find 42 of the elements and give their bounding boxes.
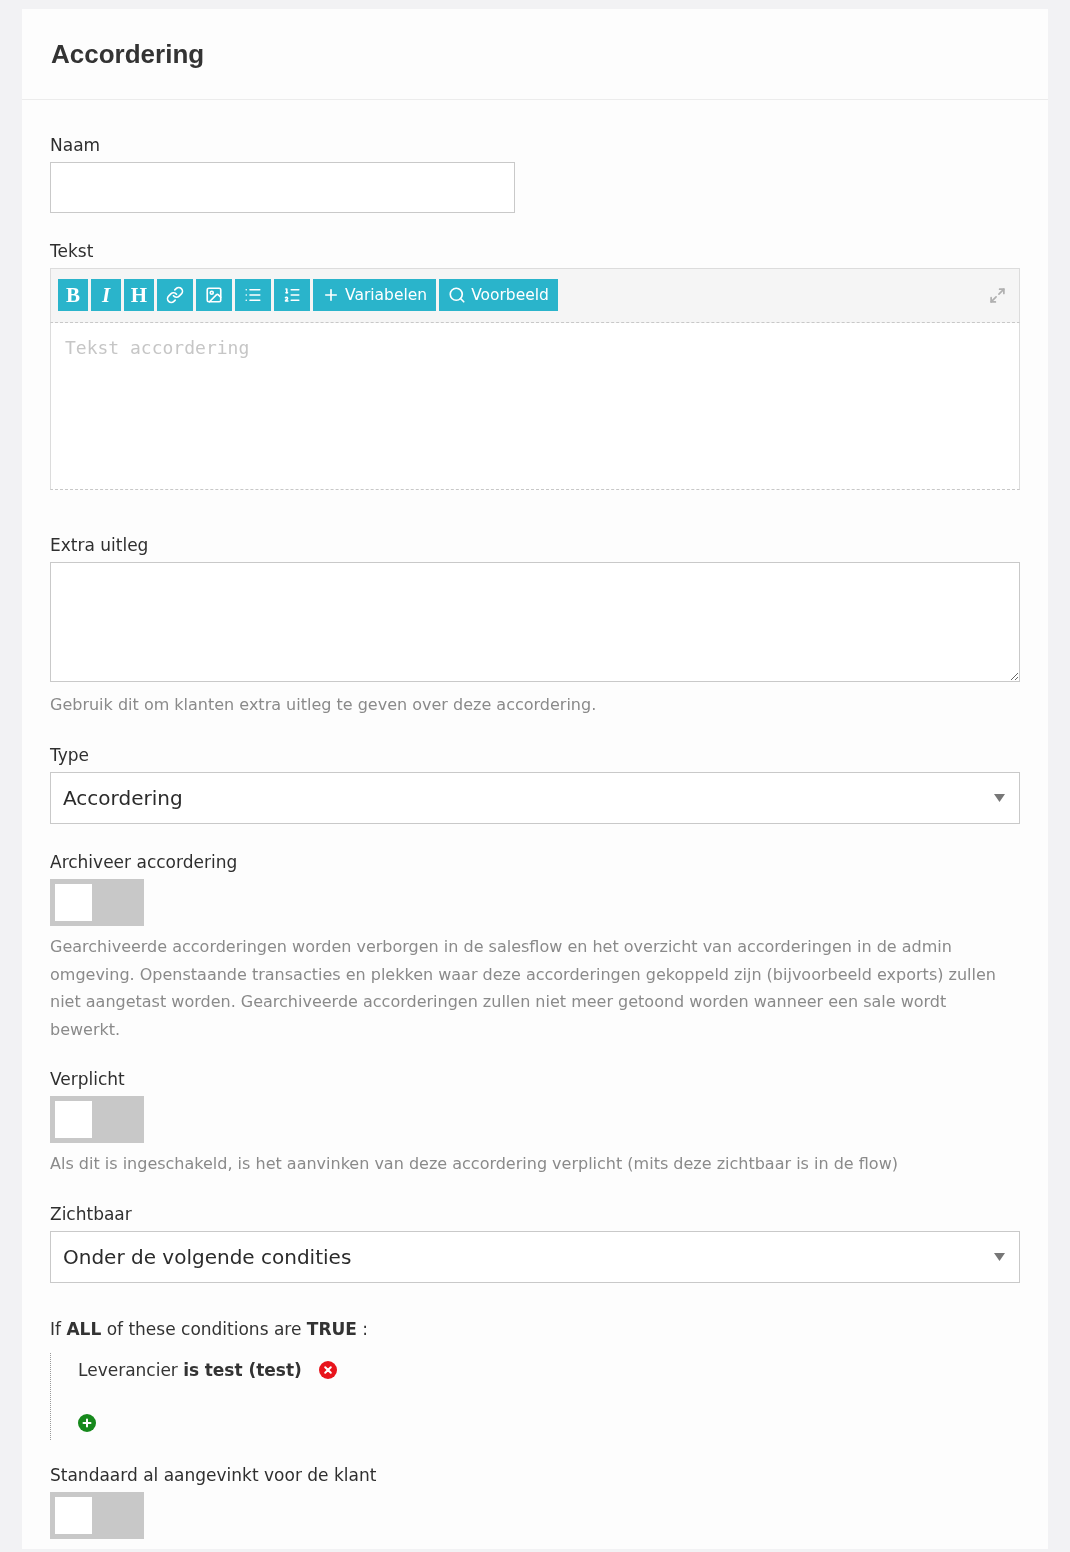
variables-button[interactable]: Variabelen: [313, 279, 437, 311]
image-icon: [205, 286, 223, 304]
remove-icon[interactable]: [318, 1360, 337, 1379]
expand-icon[interactable]: [989, 287, 1006, 304]
textarea-input[interactable]: [50, 562, 1020, 682]
field-label: Archiveer accordering: [50, 851, 238, 873]
add-icon[interactable]: [78, 1413, 96, 1432]
image-button[interactable]: [196, 279, 232, 311]
search-icon: [448, 286, 467, 304]
link-button[interactable]: [157, 279, 193, 311]
numbered-list-button[interactable]: [274, 279, 310, 311]
select-field[interactable]: Accordering: [50, 772, 1020, 824]
heading-button[interactable]: H: [124, 279, 154, 311]
link-icon: [166, 286, 184, 304]
field-label: Naam: [50, 134, 101, 156]
text-input[interactable]: [50, 162, 515, 213]
field-label: Tekst: [50, 240, 94, 262]
preview-button[interactable]: Voorbeeld: [439, 279, 558, 311]
field-label: Verplicht: [50, 1068, 125, 1090]
toggle-switch[interactable]: [50, 879, 144, 926]
page-title: Accordering: [51, 38, 205, 70]
dropdown-arrow-icon: [994, 1252, 1005, 1261]
numbered-list-icon: [283, 286, 301, 304]
condition-rule: Leverancier is test (test): [78, 1358, 302, 1381]
help-text: Gebruik dit om klanten extra uitleg te geven over deze accordering.: [50, 694, 597, 716]
field-label: Type: [50, 744, 90, 766]
editor-input[interactable]: Tekst accordering: [50, 323, 1020, 490]
italic-button[interactable]: I: [91, 279, 121, 311]
list-icon: [244, 286, 262, 304]
plus-icon: [322, 286, 340, 304]
bold-button[interactable]: B: [58, 279, 88, 311]
toggle-switch[interactable]: [50, 1491, 144, 1539]
field-label: Extra uitleg: [50, 534, 149, 556]
toggle-switch[interactable]: [50, 1096, 144, 1143]
bullet-list-button[interactable]: [235, 279, 271, 311]
select-field[interactable]: Onder de volgende condities: [50, 1230, 1020, 1283]
field-label: Zichtbaar: [50, 1202, 132, 1225]
dropdown-arrow-icon: [994, 794, 1005, 802]
help-text: Als dit is ingeschakeld, is het aanvinken van deze accordering verplicht (mits deze zichtbaar is in de flow): [50, 1153, 898, 1175]
help-text: Gearchiveerde accorderingen worden verborgen in de salesflow en het overzicht van accorderingen in de admin omgeving. Openstaande transacties en plekken waar deze accorderingen gekoppeld zijn (bijvoorbeeld exports) zullen niet aangetast worden. Gearchiveerde accorderingen zullen niet meer getoond worden wanneer een sale wordt bewerkt.: [50, 936, 997, 1041]
field-label: Standaard al aangevinkt voor de klant: [50, 1463, 377, 1486]
condition-summary: If ALL of these conditions are TRUE :: [50, 1317, 369, 1340]
